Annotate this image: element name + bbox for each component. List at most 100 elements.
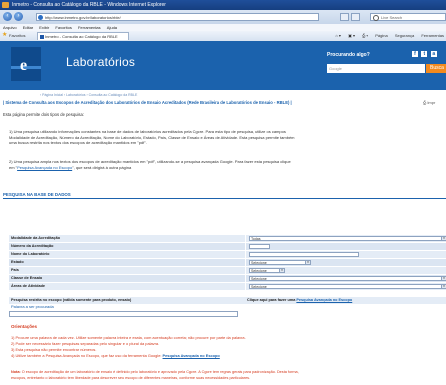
modalidade-select[interactable]: Todas ▾ xyxy=(249,236,446,241)
site-logo[interactable]: e xyxy=(11,47,41,81)
section-title: PESQUISA NA BASE DE DADOS xyxy=(3,192,71,197)
forward-icon[interactable]: › xyxy=(14,12,23,21)
chevron-down-icon: ▾ xyxy=(441,237,446,240)
column-divider xyxy=(245,243,246,250)
pais-select[interactable]: Selecione ▾ xyxy=(249,268,285,273)
option-2-text: 2) Uma pesquisa ampla nos textos dos esc… xyxy=(9,159,446,170)
search-button[interactable]: Busca xyxy=(426,64,446,73)
form-row-estado: Estado Selecione ▾ xyxy=(9,259,446,267)
menu-ferramentas[interactable]: Ferramentas xyxy=(78,25,101,30)
areas-value: Selecione xyxy=(251,285,267,289)
twitter-icon[interactable]: t xyxy=(421,51,428,57)
guideline-4-text: 4) Utilize também a Pesquisa Avançada no… xyxy=(11,353,163,358)
print-menu-icon[interactable]: ⎙ ▾ xyxy=(362,33,368,38)
column-divider xyxy=(245,283,246,290)
note-bold: Nota: xyxy=(11,370,21,374)
tab-favicon xyxy=(40,35,44,39)
form-row-numero: Número da Acreditação xyxy=(9,243,446,251)
nome-input[interactable] xyxy=(249,252,359,257)
form-row-pais: País Selecione ▾ xyxy=(9,267,446,275)
logo-letter: e xyxy=(20,57,28,74)
column-divider xyxy=(245,275,246,282)
guidelines-title: Orientações xyxy=(11,324,38,329)
breadcrumb[interactable]: › Página Inicial › Laboratórios › Consul… xyxy=(40,93,137,97)
form-row-areas: Áreas de Atividade Selecione ▾ xyxy=(9,283,446,291)
window-title: Inmetro - Consulta ao Catálogo da RBLE -… xyxy=(12,2,166,8)
areas-label: Áreas de Atividade xyxy=(11,284,46,288)
nome-label: Nome do Laboratório xyxy=(11,252,50,256)
address-toolbar: ‹ › http://www.inmetro.gov.br/laboratori… xyxy=(0,10,446,24)
option-2-post: ", que será dirigirá à outra página xyxy=(72,164,132,170)
chevron-down-icon: ▾ xyxy=(305,261,310,264)
menu-arquivo[interactable]: Arquivo xyxy=(3,25,17,30)
menu-exibir[interactable]: Exibir xyxy=(39,25,49,30)
facebook-icon[interactable]: f xyxy=(412,51,418,57)
chevron-down-icon: ▾ xyxy=(441,285,446,288)
address-text: http://www.inmetro.gov.br/laboratorios/r… xyxy=(45,15,121,20)
note-line-2: escopos, entretanto o laboratório tem li… xyxy=(11,375,251,380)
command-pagina[interactable]: Página xyxy=(375,33,387,38)
system-title: | Sistema de Consulta aos Escopos de Acr… xyxy=(3,100,292,105)
word-to-search-label: Palavra a ser procurada xyxy=(11,304,54,309)
estado-label: Estado xyxy=(11,260,24,264)
note-body: O escopo de acreditação de um laboratóri… xyxy=(20,370,299,374)
browser-icon xyxy=(2,2,9,8)
classe-label: Classe de Ensaio xyxy=(11,276,43,280)
tab-title: Inmetro - Consulta ao Catálogo da RBLE xyxy=(45,34,118,39)
refresh-icon[interactable] xyxy=(340,13,349,21)
ie-page-icon xyxy=(38,15,43,20)
pais-value: Selecione xyxy=(251,269,267,273)
numero-input[interactable] xyxy=(249,244,270,249)
advanced-search-prompt-text: Clique aqui para fazer uma xyxy=(247,298,297,302)
back-icon[interactable]: ‹ xyxy=(3,12,12,21)
option-2-line-2: em "Pesquisa Avançada no Escopo", que se… xyxy=(9,165,446,171)
scope-word-input[interactable] xyxy=(9,311,238,317)
column-divider xyxy=(245,251,246,258)
form-row-classe: Classe de Ensaio Selecione ▾ xyxy=(9,275,446,283)
share-icon[interactable]: a xyxy=(430,51,437,57)
social-links: f t a xyxy=(412,51,439,57)
advanced-search-link-2[interactable]: Pesquisa Avançada no Escopo xyxy=(296,298,352,302)
classe-select[interactable]: Selecione ▾ xyxy=(249,276,446,281)
live-search-placeholder: Live Search xyxy=(381,15,403,20)
intro-text: Esta página permite dois tipos de pesqui… xyxy=(3,112,85,117)
chevron-down-icon: ▾ xyxy=(441,277,446,280)
browser-tab[interactable]: Inmetro - Consulta ao Catálogo da RBLE xyxy=(37,32,129,40)
advanced-search-link[interactable]: Pesquisa Avançada no Escopo xyxy=(17,165,72,170)
menu-ajuda[interactable]: Ajuda xyxy=(107,25,117,30)
estado-select[interactable]: Selecione ▾ xyxy=(249,260,311,265)
window-title-bar: Inmetro - Consulta ao Catálogo da RBLE -… xyxy=(0,0,446,10)
live-search-field[interactable]: Live Search xyxy=(370,13,446,21)
option-1-text: 1) Uma pesquisa utilizando informações c… xyxy=(9,129,446,146)
feeds-icon[interactable]: ▣ ▾ xyxy=(348,33,355,38)
favorites-star-icon[interactable]: ★ xyxy=(2,32,7,38)
scope-search-label: Pesquisa restrita no escopo (válida some… xyxy=(11,298,132,302)
home-icon[interactable]: ⌂ ▾ xyxy=(335,33,341,38)
menu-bar: Arquivo Editar Exibir Favoritos Ferramen… xyxy=(0,24,446,31)
column-divider xyxy=(245,259,246,266)
areas-select[interactable]: Selecione ▾ xyxy=(249,284,446,289)
site-search-input[interactable]: Google xyxy=(327,64,425,73)
command-bar: ⌂ ▾ ▣ ▾ ⎙ ▾ Página Segurança Ferramentas xyxy=(329,31,444,41)
form-row-nome: Nome do Laboratório xyxy=(9,251,446,259)
page-title: Laboratórios xyxy=(66,55,136,69)
address-field[interactable]: http://www.inmetro.gov.br/laboratorios/r… xyxy=(36,13,319,21)
guideline-4: 4) Utilize também a Pesquisa Avançada no… xyxy=(11,353,220,358)
favorites-label[interactable]: Favoritos xyxy=(9,31,25,41)
site-header: e Laboratórios Procurando algo? f t a Go… xyxy=(0,41,446,90)
form-row-modalidade: Modalidade da Acreditação Todas ▾ xyxy=(9,235,446,243)
menu-favoritos[interactable]: Favoritos xyxy=(55,25,71,30)
classe-value: Selecione xyxy=(251,277,267,281)
search-icon xyxy=(373,15,379,21)
stop-icon[interactable] xyxy=(351,13,360,21)
menu-editar[interactable]: Editar xyxy=(23,25,33,30)
column-divider xyxy=(245,235,246,242)
estado-value: Selecione xyxy=(251,261,267,265)
modalidade-value: Todas xyxy=(251,237,261,241)
command-seguranca[interactable]: Segurança xyxy=(395,33,414,38)
command-ferramentas[interactable]: Ferramentas xyxy=(421,33,444,38)
note-text: Nota: O escopo de acreditação de um labo… xyxy=(11,370,446,381)
guideline-advanced-search-link[interactable]: Pesquisa Avançada no Escopo xyxy=(163,353,220,358)
pais-label: País xyxy=(11,268,19,272)
modalidade-label: Modalidade da Acreditação xyxy=(11,236,61,240)
